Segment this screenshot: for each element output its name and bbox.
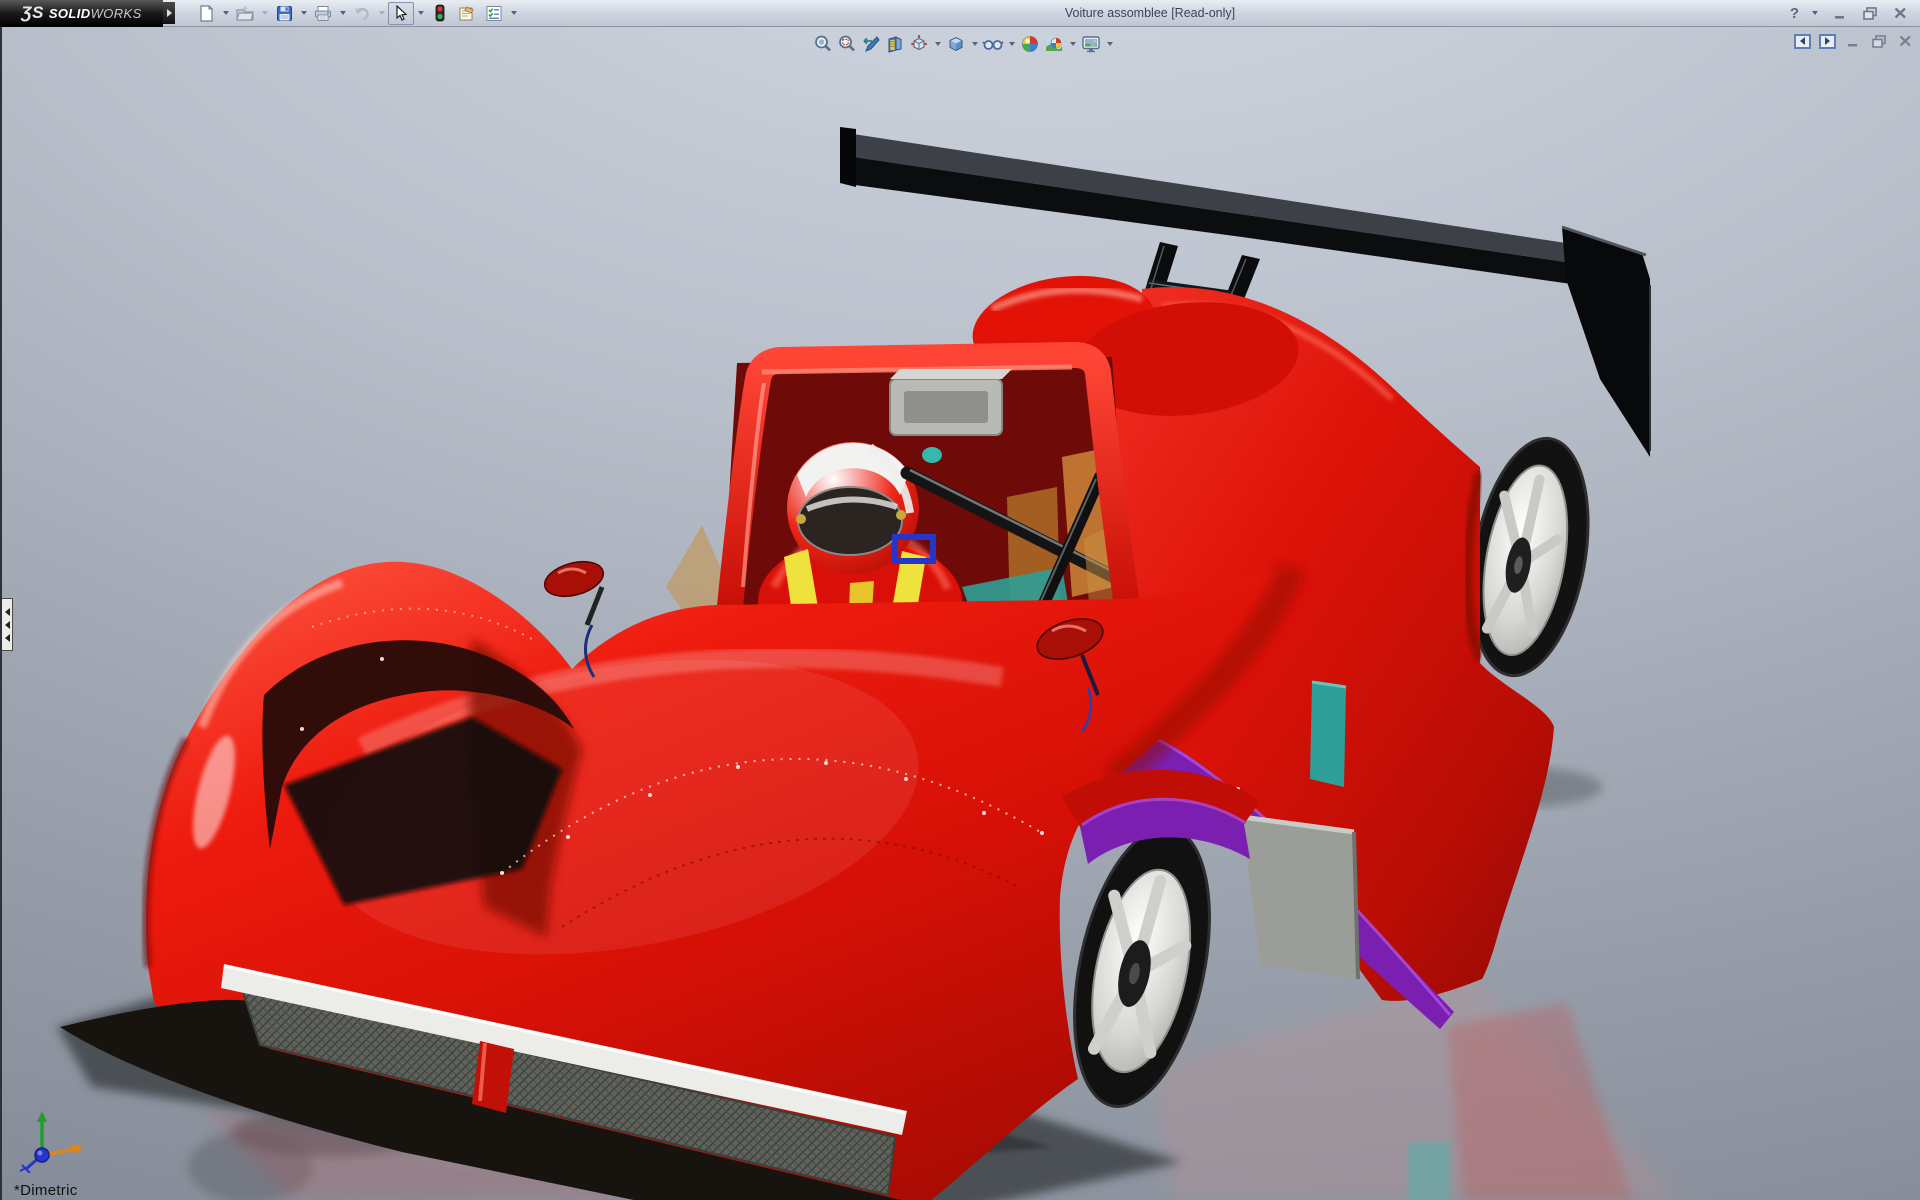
edit-appearance-icon <box>1020 34 1040 54</box>
main-toolbar <box>193 2 519 25</box>
solidworks-window: ƷS SOLID WORKS <box>0 0 1920 1200</box>
solidworks-logo-glyph: ƷS <box>21 3 44 23</box>
doc-minimize-button[interactable] <box>1844 33 1862 49</box>
undo-icon <box>353 5 371 22</box>
new-document-icon <box>198 5 215 22</box>
reference-triad <box>16 1109 88 1178</box>
help-dropdown[interactable] <box>1809 2 1820 25</box>
undo-dropdown[interactable] <box>376 2 387 25</box>
toggle-right-pane-button[interactable] <box>1819 34 1836 49</box>
zoom-to-fit-button[interactable] <box>812 33 834 55</box>
view-settings-icon <box>1081 34 1101 54</box>
doc-close-icon <box>1899 35 1912 47</box>
new-document-button[interactable] <box>193 2 219 25</box>
edit-appearance-button[interactable] <box>1019 33 1041 55</box>
save-dropdown[interactable] <box>298 2 309 25</box>
view-orientation-button[interactable] <box>908 33 930 55</box>
expand-pane-arrow-icon <box>5 621 10 629</box>
previous-view-button[interactable] <box>860 33 882 55</box>
print-icon <box>314 5 332 22</box>
view-settings-button[interactable] <box>1080 33 1102 55</box>
zoom-to-area-button[interactable] <box>836 33 858 55</box>
display-style-button[interactable] <box>945 33 967 55</box>
title-bar: ƷS SOLID WORKS <box>0 0 1920 27</box>
apply-scene-icon <box>1044 34 1064 54</box>
solidworks-logo-brand-light: WORKS <box>91 6 142 21</box>
print-button[interactable] <box>310 2 336 25</box>
close-button[interactable] <box>1890 3 1910 23</box>
zoom-to-area-icon <box>837 34 857 54</box>
open-button[interactable] <box>232 2 258 25</box>
print-dropdown[interactable] <box>337 2 348 25</box>
options-dropdown[interactable] <box>508 2 519 25</box>
doc-restore-button[interactable] <box>1870 33 1888 49</box>
display-style-dropdown[interactable] <box>969 32 980 55</box>
model-canvas[interactable] <box>2 27 1920 1200</box>
view-settings-dropdown[interactable] <box>1104 32 1115 55</box>
toggle-left-pane-button[interactable] <box>1794 34 1811 49</box>
options-button[interactable] <box>481 2 507 25</box>
new-document-dropdown[interactable] <box>220 2 231 25</box>
menu-expander-button[interactable] <box>163 2 175 24</box>
doc-restore-icon <box>1872 35 1886 48</box>
help-button[interactable]: ? <box>1790 0 1799 27</box>
open-dropdown[interactable] <box>259 2 270 25</box>
select-button[interactable] <box>388 2 414 25</box>
expand-pane-arrow-icon <box>5 634 10 642</box>
view-orientation-icon <box>909 34 929 54</box>
view-orientation-label: *Dimetric <box>14 1182 78 1199</box>
expand-pane-arrow-icon <box>5 608 10 616</box>
section-view-button[interactable] <box>884 33 906 55</box>
hide-show-items-button[interactable] <box>982 33 1004 55</box>
undo-button[interactable] <box>349 2 375 25</box>
previous-view-icon <box>861 34 881 54</box>
options-checklist-icon <box>485 5 503 22</box>
close-icon <box>1894 7 1907 19</box>
apply-scene-button[interactable] <box>1043 33 1065 55</box>
restore-icon <box>1863 7 1877 20</box>
open-folder-icon <box>236 5 254 22</box>
apply-scene-dropdown[interactable] <box>1067 32 1078 55</box>
file-properties-icon <box>458 5 476 22</box>
rebuild-traffic-light-icon <box>434 4 446 22</box>
minimize-icon <box>1834 7 1847 19</box>
heads-up-view-toolbar <box>812 32 1115 55</box>
solidworks-logo-brand-bold: SOLID <box>49 6 91 21</box>
hide-show-items-icon <box>982 34 1004 54</box>
view-orientation-dropdown[interactable] <box>932 32 943 55</box>
restore-button[interactable] <box>1860 3 1880 23</box>
hide-show-items-dropdown[interactable] <box>1006 32 1017 55</box>
rebuild-button[interactable] <box>427 2 453 25</box>
save-button[interactable] <box>271 2 297 25</box>
file-properties-button[interactable] <box>454 2 480 25</box>
section-view-icon <box>885 34 905 54</box>
zoom-to-fit-icon <box>813 34 833 54</box>
graphics-viewport[interactable]: *Dimetric <box>0 27 1920 1200</box>
save-icon <box>276 5 293 22</box>
doc-close-button[interactable] <box>1896 33 1914 49</box>
minimize-button[interactable] <box>1830 3 1850 23</box>
solidworks-logo: ƷS SOLID WORKS <box>0 0 163 27</box>
doc-minimize-icon <box>1847 35 1860 47</box>
feature-manager-collapsed-tab[interactable] <box>2 598 13 651</box>
select-dropdown[interactable] <box>415 2 426 25</box>
document-title: Voiture assomblee [Read-only] <box>1065 0 1235 27</box>
window-controls: ? <box>1790 0 1920 27</box>
document-window-controls <box>1794 33 1914 49</box>
select-cursor-icon <box>393 5 409 22</box>
display-style-icon <box>946 34 966 54</box>
